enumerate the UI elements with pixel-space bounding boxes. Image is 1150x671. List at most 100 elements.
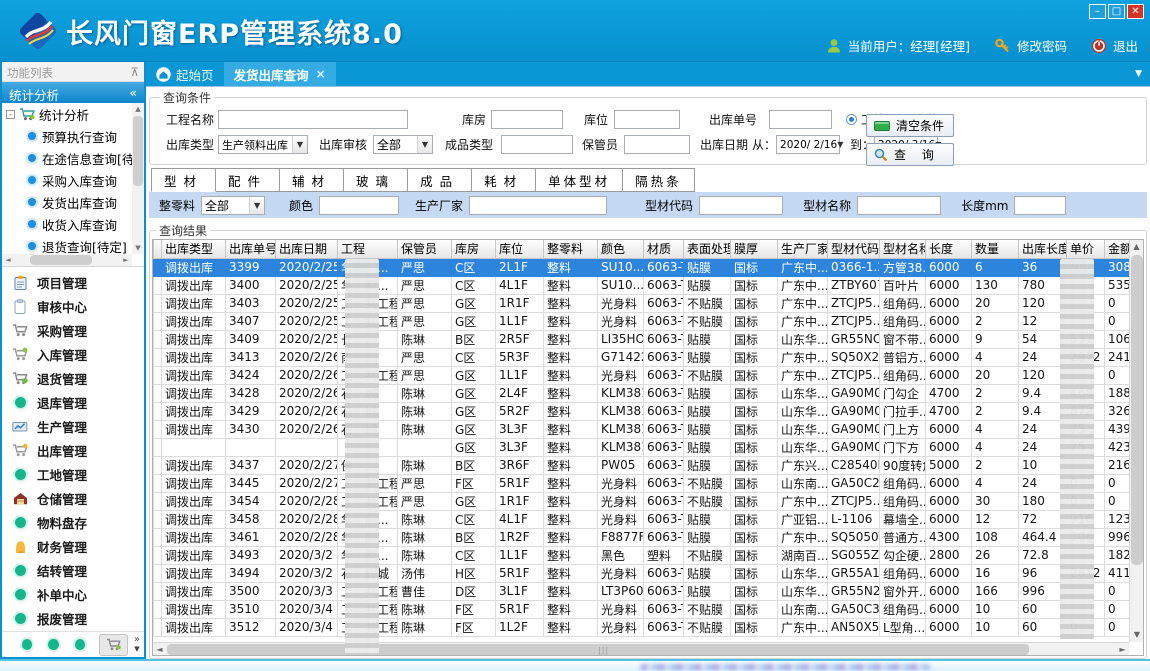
tree-item[interactable]: 收货入库查询 [2, 213, 144, 235]
table-row[interactable]: 调拨出库34092020/2/25长 ...陈琳B区2R5F整料LI35HO60… [154, 330, 1139, 348]
column-header[interactable]: 整零料 [544, 240, 598, 258]
quick-cart-button[interactable] [99, 634, 128, 656]
tree-root-node[interactable]: - 统计分析 [2, 103, 144, 125]
column-header[interactable]: 出库类型 [162, 240, 226, 258]
sidebar-item-warehouse[interactable]: 仓储管理 [2, 487, 144, 511]
product-type-input[interactable] [501, 135, 573, 154]
more-modules-button[interactable]: » ▼ [134, 635, 140, 654]
length-input[interactable] [1014, 196, 1066, 215]
tree-expander-icon[interactable]: - [6, 110, 15, 119]
audit-select[interactable]: 全部 ▼ [373, 135, 433, 154]
table-row[interactable]: 调拨出库34932020/3/2华 原...陈琳C区1L1F整料黑色塑料不贴膜国… [154, 546, 1139, 564]
sidebar-group-header[interactable]: 统计分析 « [2, 82, 144, 103]
clear-conditions-button[interactable]: 清空条件 [866, 114, 954, 137]
sidebar-item-clipboard[interactable]: 项目管理 [2, 270, 144, 294]
sidebar-item-production[interactable]: 生产管理 [2, 414, 144, 438]
table-row[interactable]: 调拨出库34582020/2/28华 原...陈琳C区4L1F整料光身料6063… [154, 510, 1139, 528]
sidebar-item-green-dot[interactable]: 结转管理 [2, 559, 144, 583]
sidebar-item-cart[interactable]: 采购管理 [2, 318, 144, 342]
date-from-select[interactable]: 2020/ 2/16 ▼ [776, 135, 840, 154]
collapse-icon[interactable]: « [129, 85, 137, 103]
column-header[interactable]: 数量 [972, 240, 1019, 258]
column-header[interactable]: 表面处理 [684, 240, 731, 258]
table-vertical-scrollbar[interactable]: ▲ ▼ [1129, 240, 1143, 642]
table-row[interactable]: 调拨出库35002020/3/3工 共工程曹佳D区3L1F整料LT3P60606… [154, 582, 1139, 600]
tree-item[interactable]: 在途信息查询[待 [2, 147, 144, 169]
tab-close-icon[interactable]: × [316, 67, 326, 81]
column-header[interactable]: 型材代码 [828, 240, 880, 258]
tree-item[interactable]: 预算执行查询 [2, 125, 144, 147]
outbound-type-select[interactable]: 生产领料出库 ▼ [218, 135, 308, 154]
column-header[interactable]: 工程 [338, 240, 398, 258]
tree-vertical-scrollbar[interactable]: ▲ ▼ [132, 103, 144, 254]
column-header[interactable]: 材质 [644, 240, 684, 258]
project-name-input[interactable] [218, 110, 408, 129]
table-row[interactable]: 调拨出库34072020/2/25工 共工程严思G区1L1F整料光身料6063-… [154, 312, 1139, 330]
column-header[interactable]: 出库单号 [226, 240, 276, 258]
table-row[interactable]: 调拨出库34452020/2/27工 共工程严思F区5R1F整料光身料6063-… [154, 474, 1139, 492]
table-row[interactable]: 调拨出库33992020/2/25华 原...严思C区2L1F整料SU10...… [154, 258, 1139, 276]
logout-link[interactable]: 退出 [1113, 36, 1138, 55]
sidebar-item-green-dot[interactable]: 报废管理 [2, 607, 144, 631]
material-tab-5[interactable]: 成品 [408, 168, 472, 192]
sidebar-item-finance[interactable]: 财务管理 [2, 535, 144, 559]
sidebar-item-green-dot[interactable]: 工地管理 [2, 463, 144, 487]
table-row[interactable]: 调拨出库34292020/2/26石 城陈琳G区5R2F整料KLM3817606… [154, 402, 1139, 420]
minimize-button[interactable]: – [1089, 4, 1106, 19]
maximize-button[interactable]: □ [1108, 4, 1125, 19]
material-tab-3[interactable]: 辅材 [280, 168, 344, 192]
column-header[interactable]: 长度 [926, 240, 972, 258]
table-row[interactable]: 调拨出库35122020/3/4工 共工程陈琳F区1L2F整料光身料6063-T… [154, 618, 1139, 636]
search-button[interactable]: 查 询 [866, 143, 954, 166]
column-header[interactable]: 生产厂家 [778, 240, 828, 258]
column-header[interactable]: 出库日期 [276, 240, 338, 258]
material-tab-2[interactable]: 配件 [216, 168, 280, 192]
column-header[interactable]: 库房 [452, 240, 496, 258]
material-tab-4[interactable]: 玻璃 [344, 168, 408, 192]
table-row[interactable]: 调拨出库34942020/3/2石 辉城汤伟H区5R1F整料光身料6063-T5… [154, 564, 1139, 582]
sidebar-item-cart-return[interactable]: 退货管理 [2, 366, 144, 390]
close-button[interactable]: ✕ [1127, 4, 1144, 19]
tab-home[interactable]: 起始页 [146, 62, 224, 86]
order-no-input[interactable] [769, 110, 832, 129]
pin-icon[interactable]: ⊼ [131, 65, 139, 81]
table-row[interactable]: 调拨出库34542020/2/28工 共工程严思G区1R1F整料光身料6063-… [154, 492, 1139, 510]
table-row[interactable]: 调拨出库34612020/2/28华 原...陈琳B区1R2F整料F8877FT… [154, 528, 1139, 546]
maker-input[interactable] [469, 196, 607, 215]
sidebar-item-cart-in[interactable]: 入库管理 [2, 342, 144, 366]
table-row[interactable]: 调拨出库34302020/2/26石 城陈琳G区3L3F整料KLM3817606… [154, 420, 1139, 438]
material-tab-6[interactable]: 耗材 [472, 168, 536, 192]
table-row[interactable]: 调拨出库34132020/2/26南 ...严思C区5R3F整料G7142260… [154, 348, 1139, 366]
profile-code-input[interactable] [699, 196, 783, 215]
batch-select[interactable]: 全部 ▼ [201, 196, 265, 215]
tree-horizontal-scrollbar[interactable]: ◄ ► [2, 254, 132, 266]
sidebar-item-green-dot[interactable]: 退库管理 [2, 390, 144, 414]
tab-list-dropdown-icon[interactable]: ▼ [1135, 69, 1142, 79]
quick-module-icon[interactable] [75, 639, 85, 650]
sidebar-item-audit[interactable]: 审核中心 [2, 294, 144, 318]
table-row[interactable]: 调拨出库34282020/2/26石 城陈琳G区2L4F整料KLM3817606… [154, 384, 1139, 402]
tree-item[interactable]: 发货出库查询 [2, 191, 144, 213]
material-tab-1[interactable]: 型材 [151, 168, 216, 192]
table-row[interactable]: 调拨出库34002020/2/25华 原...严思C区4L1F整料SU10...… [154, 276, 1139, 294]
table-row[interactable]: G区3L3F整料KLM38176063-T5贴膜国标山东华...GA90M09.… [154, 438, 1139, 456]
table-row[interactable]: 调拨出库34032020/2/25工 共工程严思G区1R1F整料光身料6063-… [154, 294, 1139, 312]
table-row[interactable]: 调拨出库34242020/2/26工 共工程严思G区1L1F整料光身料6063-… [154, 366, 1139, 384]
quick-module-icon[interactable] [22, 639, 32, 650]
table-horizontal-scrollbar[interactable]: ◄ ||| ► [153, 642, 1129, 655]
warehouse-input[interactable] [491, 110, 563, 129]
column-header[interactable]: 出库长度 [1019, 240, 1067, 258]
column-header[interactable]: 膜厚 [731, 240, 778, 258]
change-password-link[interactable]: 修改密码 [1017, 36, 1067, 55]
color-input[interactable] [319, 196, 399, 215]
column-header[interactable]: 颜色 [598, 240, 644, 258]
column-header[interactable]: 型材名称 [880, 240, 926, 258]
tree-item[interactable]: 采购入库查询 [2, 169, 144, 191]
material-tab-8[interactable]: 隔热条 [623, 168, 695, 192]
column-header[interactable]: 保管员 [398, 240, 452, 258]
material-tab-7[interactable]: 单体型材 [536, 168, 623, 192]
quick-module-icon[interactable] [48, 639, 58, 650]
table-row[interactable]: 调拨出库34372020/2/27佛 ...陈琳B区3R6F整料PW056063… [154, 456, 1139, 474]
table-row[interactable]: 调拨出库35102020/3/4工 共工程陈琳F区5R1F整料光身料6063-T… [154, 600, 1139, 618]
profile-name-input[interactable] [857, 196, 941, 215]
